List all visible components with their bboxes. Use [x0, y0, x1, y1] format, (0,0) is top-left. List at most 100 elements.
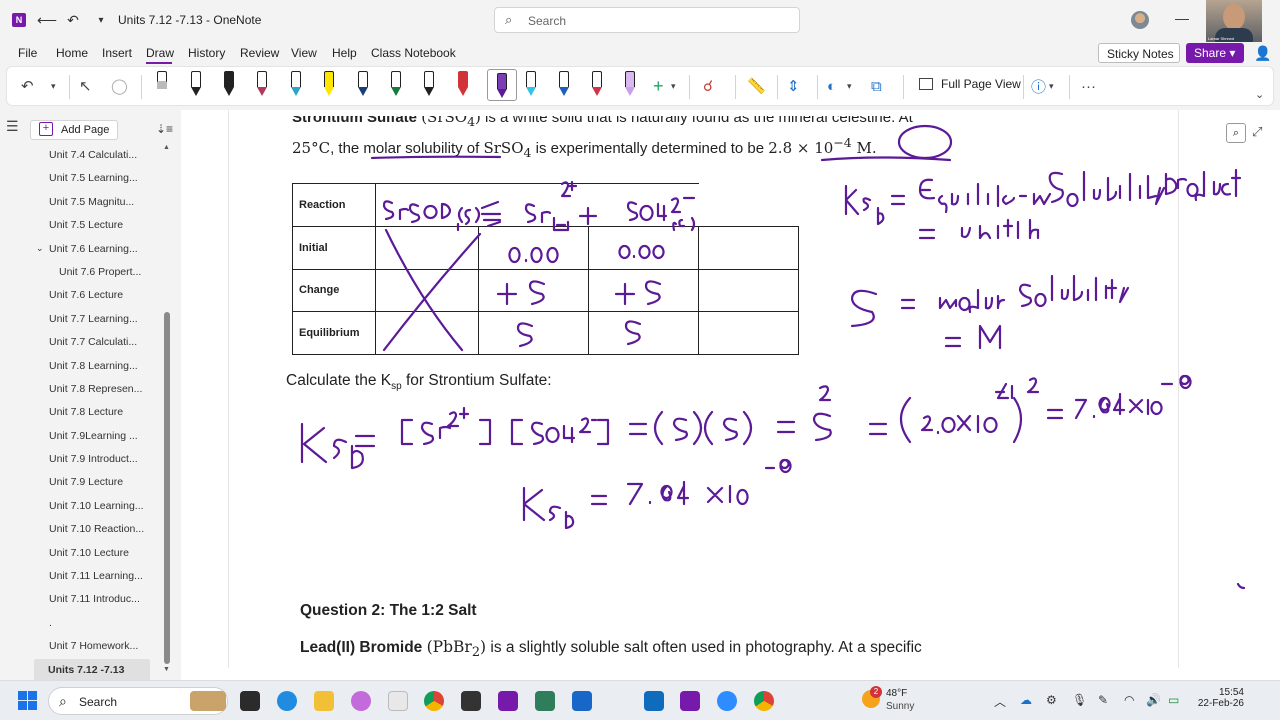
- page-item[interactable]: Unit 7.11 Learning...: [0, 565, 160, 588]
- page-item[interactable]: Unit 7.10 Reaction...: [0, 518, 160, 541]
- eraser-icon[interactable]: [153, 71, 171, 99]
- wifi-icon[interactable]: ◠: [1124, 693, 1134, 707]
- pen-black-outline-icon[interactable]: [187, 71, 205, 99]
- tray-chevron-icon[interactable]: ︿: [994, 693, 1006, 710]
- onenote-taskbar-icon[interactable]: [498, 691, 518, 711]
- pen-navy-icon[interactable]: [354, 71, 372, 99]
- m-app-icon[interactable]: [461, 691, 481, 711]
- sticky-notes-button[interactable]: Sticky Notes: [1098, 43, 1180, 63]
- minimize-icon[interactable]: —: [1175, 10, 1189, 26]
- page-search-icon[interactable]: ⌕: [1226, 123, 1246, 143]
- undo-icon[interactable]: ↶: [21, 75, 34, 97]
- page-item[interactable]: Unit 7.5 Lecture: [0, 214, 160, 237]
- menu-home[interactable]: Home: [56, 46, 88, 60]
- page-item[interactable]: Unit 7.8 Represen...: [0, 378, 160, 401]
- page-item[interactable]: Unit 7.6 Lecture: [0, 284, 160, 307]
- ink-to-shape-icon[interactable]: ☌: [703, 75, 713, 97]
- page-item[interactable]: Unit 7.6 Propert...: [0, 261, 160, 284]
- convert-ink-icon[interactable]: ⧉: [871, 75, 882, 97]
- expand-chevron-icon[interactable]: ⌄: [36, 243, 44, 254]
- add-pen-icon[interactable]: +: [653, 75, 664, 97]
- pen-green-icon[interactable]: [387, 71, 405, 99]
- clock[interactable]: 15:54 22-Feb-26: [1196, 687, 1244, 709]
- outlook-icon[interactable]: [644, 691, 664, 711]
- shapes-dropdown-icon[interactable]: ▾: [847, 75, 852, 97]
- file-explorer-icon[interactable]: [314, 691, 334, 711]
- chrome-icon[interactable]: [424, 691, 444, 711]
- sort-icon[interactable]: ⇣≡: [156, 122, 173, 136]
- page-item[interactable]: .: [0, 612, 160, 635]
- select-tool-icon[interactable]: ↖: [79, 75, 92, 97]
- chrome-profile-icon[interactable]: [754, 691, 774, 711]
- page-item[interactable]: Unit 7.5 Magnitu...: [0, 191, 160, 214]
- volume-icon[interactable]: 🔊: [1146, 693, 1161, 707]
- shapes-icon[interactable]: ◐: [827, 75, 836, 97]
- ice-cell[interactable]: [478, 225, 589, 270]
- pen-black-icon[interactable]: [220, 71, 238, 99]
- network-settings-icon[interactable]: ⚙: [1046, 693, 1057, 707]
- menu-history[interactable]: History: [188, 46, 225, 60]
- more-options-icon[interactable]: ···: [1081, 75, 1096, 97]
- ice-cell[interactable]: [375, 225, 479, 270]
- add-pen-dropdown-icon[interactable]: ▾: [671, 75, 676, 97]
- ice-cell[interactable]: [588, 225, 699, 270]
- expand-icon[interactable]: ⤢: [1252, 124, 1262, 140]
- page-item[interactable]: Unit 7.9 Introduct...: [0, 448, 160, 471]
- menu-help[interactable]: Help: [332, 46, 357, 60]
- page-item[interactable]: Unit 7 Homework...: [0, 635, 160, 658]
- pen-maroon-icon[interactable]: [253, 71, 271, 99]
- menu-draw[interactable]: Draw: [146, 46, 174, 60]
- quick-access-dropdown-icon[interactable]: ▾: [92, 11, 110, 29]
- battery-icon[interactable]: ▭: [1168, 693, 1179, 707]
- help-icon[interactable]: ⓘ: [1031, 75, 1046, 97]
- ice-cell[interactable]: [478, 311, 589, 355]
- page-item-selected[interactable]: Units 7.12 -7.13: [34, 658, 150, 682]
- scroll-up-icon[interactable]: ▲: [163, 144, 170, 151]
- search-highlight-icon[interactable]: [190, 691, 226, 711]
- pen-teal-icon[interactable]: [287, 71, 305, 99]
- menu-class-notebook[interactable]: Class Notebook: [371, 46, 456, 60]
- ice-cell[interactable]: [588, 268, 699, 313]
- page-item[interactable]: Unit 7.9 Lecture: [0, 471, 160, 494]
- pen-tray-icon[interactable]: ✎: [1098, 693, 1108, 707]
- help-dropdown-icon[interactable]: ▾: [1049, 75, 1054, 97]
- calendar-icon[interactable]: [572, 691, 592, 711]
- pen-cyan-icon[interactable]: [522, 71, 540, 99]
- avatar[interactable]: [1131, 11, 1149, 29]
- sidebar-scrollbar[interactable]: ▲ ▼: [163, 144, 171, 674]
- zoom-icon[interactable]: [717, 691, 737, 711]
- ruler-icon[interactable]: 📏: [747, 75, 766, 97]
- hamburger-icon[interactable]: ☰: [6, 118, 19, 135]
- pen-red-icon[interactable]: [454, 71, 472, 99]
- share-button[interactable]: Share ▾: [1186, 43, 1244, 63]
- ice-cell[interactable]: [478, 268, 589, 313]
- ice-cell[interactable]: [698, 311, 799, 355]
- ice-cell[interactable]: [698, 268, 799, 313]
- pen-purple-selected-icon[interactable]: [487, 69, 517, 101]
- pen-black-2-icon[interactable]: [420, 71, 438, 99]
- page-item[interactable]: Unit 7.8 Lecture: [0, 401, 160, 424]
- page-item[interactable]: ⌄ Unit 7.6 Learning...: [0, 238, 160, 261]
- menu-review[interactable]: Review: [240, 46, 279, 60]
- menu-insert[interactable]: Insert: [102, 46, 132, 60]
- highlighter-yellow-icon[interactable]: [320, 71, 338, 99]
- page-item[interactable]: Unit 7.10 Lecture: [0, 542, 160, 565]
- full-page-view-button[interactable]: Full Page View: [919, 77, 1021, 91]
- people-icon[interactable]: 👤: [1254, 45, 1271, 62]
- scroll-down-icon[interactable]: ▼: [163, 666, 170, 673]
- lasso-select-icon[interactable]: ◯: [111, 75, 128, 97]
- edge-icon[interactable]: [277, 691, 297, 711]
- pen-blue-icon[interactable]: [555, 71, 573, 99]
- menu-file[interactable]: File: [18, 46, 37, 60]
- ice-cell[interactable]: [588, 311, 699, 355]
- page-item[interactable]: Unit 7.5 Learning...: [0, 167, 160, 190]
- menu-view[interactable]: View: [291, 46, 317, 60]
- ribbon-collapse-icon[interactable]: ⌄: [1255, 88, 1264, 101]
- onedrive-icon[interactable]: ☁: [1020, 693, 1032, 707]
- page-item[interactable]: Unit 7.11 Introduc...: [0, 588, 160, 611]
- page-item[interactable]: Unit 7.7 Calculati...: [0, 331, 160, 354]
- page-item[interactable]: Unit 7.7 Learning...: [0, 308, 160, 331]
- app-icon[interactable]: [535, 691, 555, 711]
- onenote-active-icon[interactable]: [680, 691, 700, 711]
- windows-start-icon[interactable]: [18, 691, 38, 711]
